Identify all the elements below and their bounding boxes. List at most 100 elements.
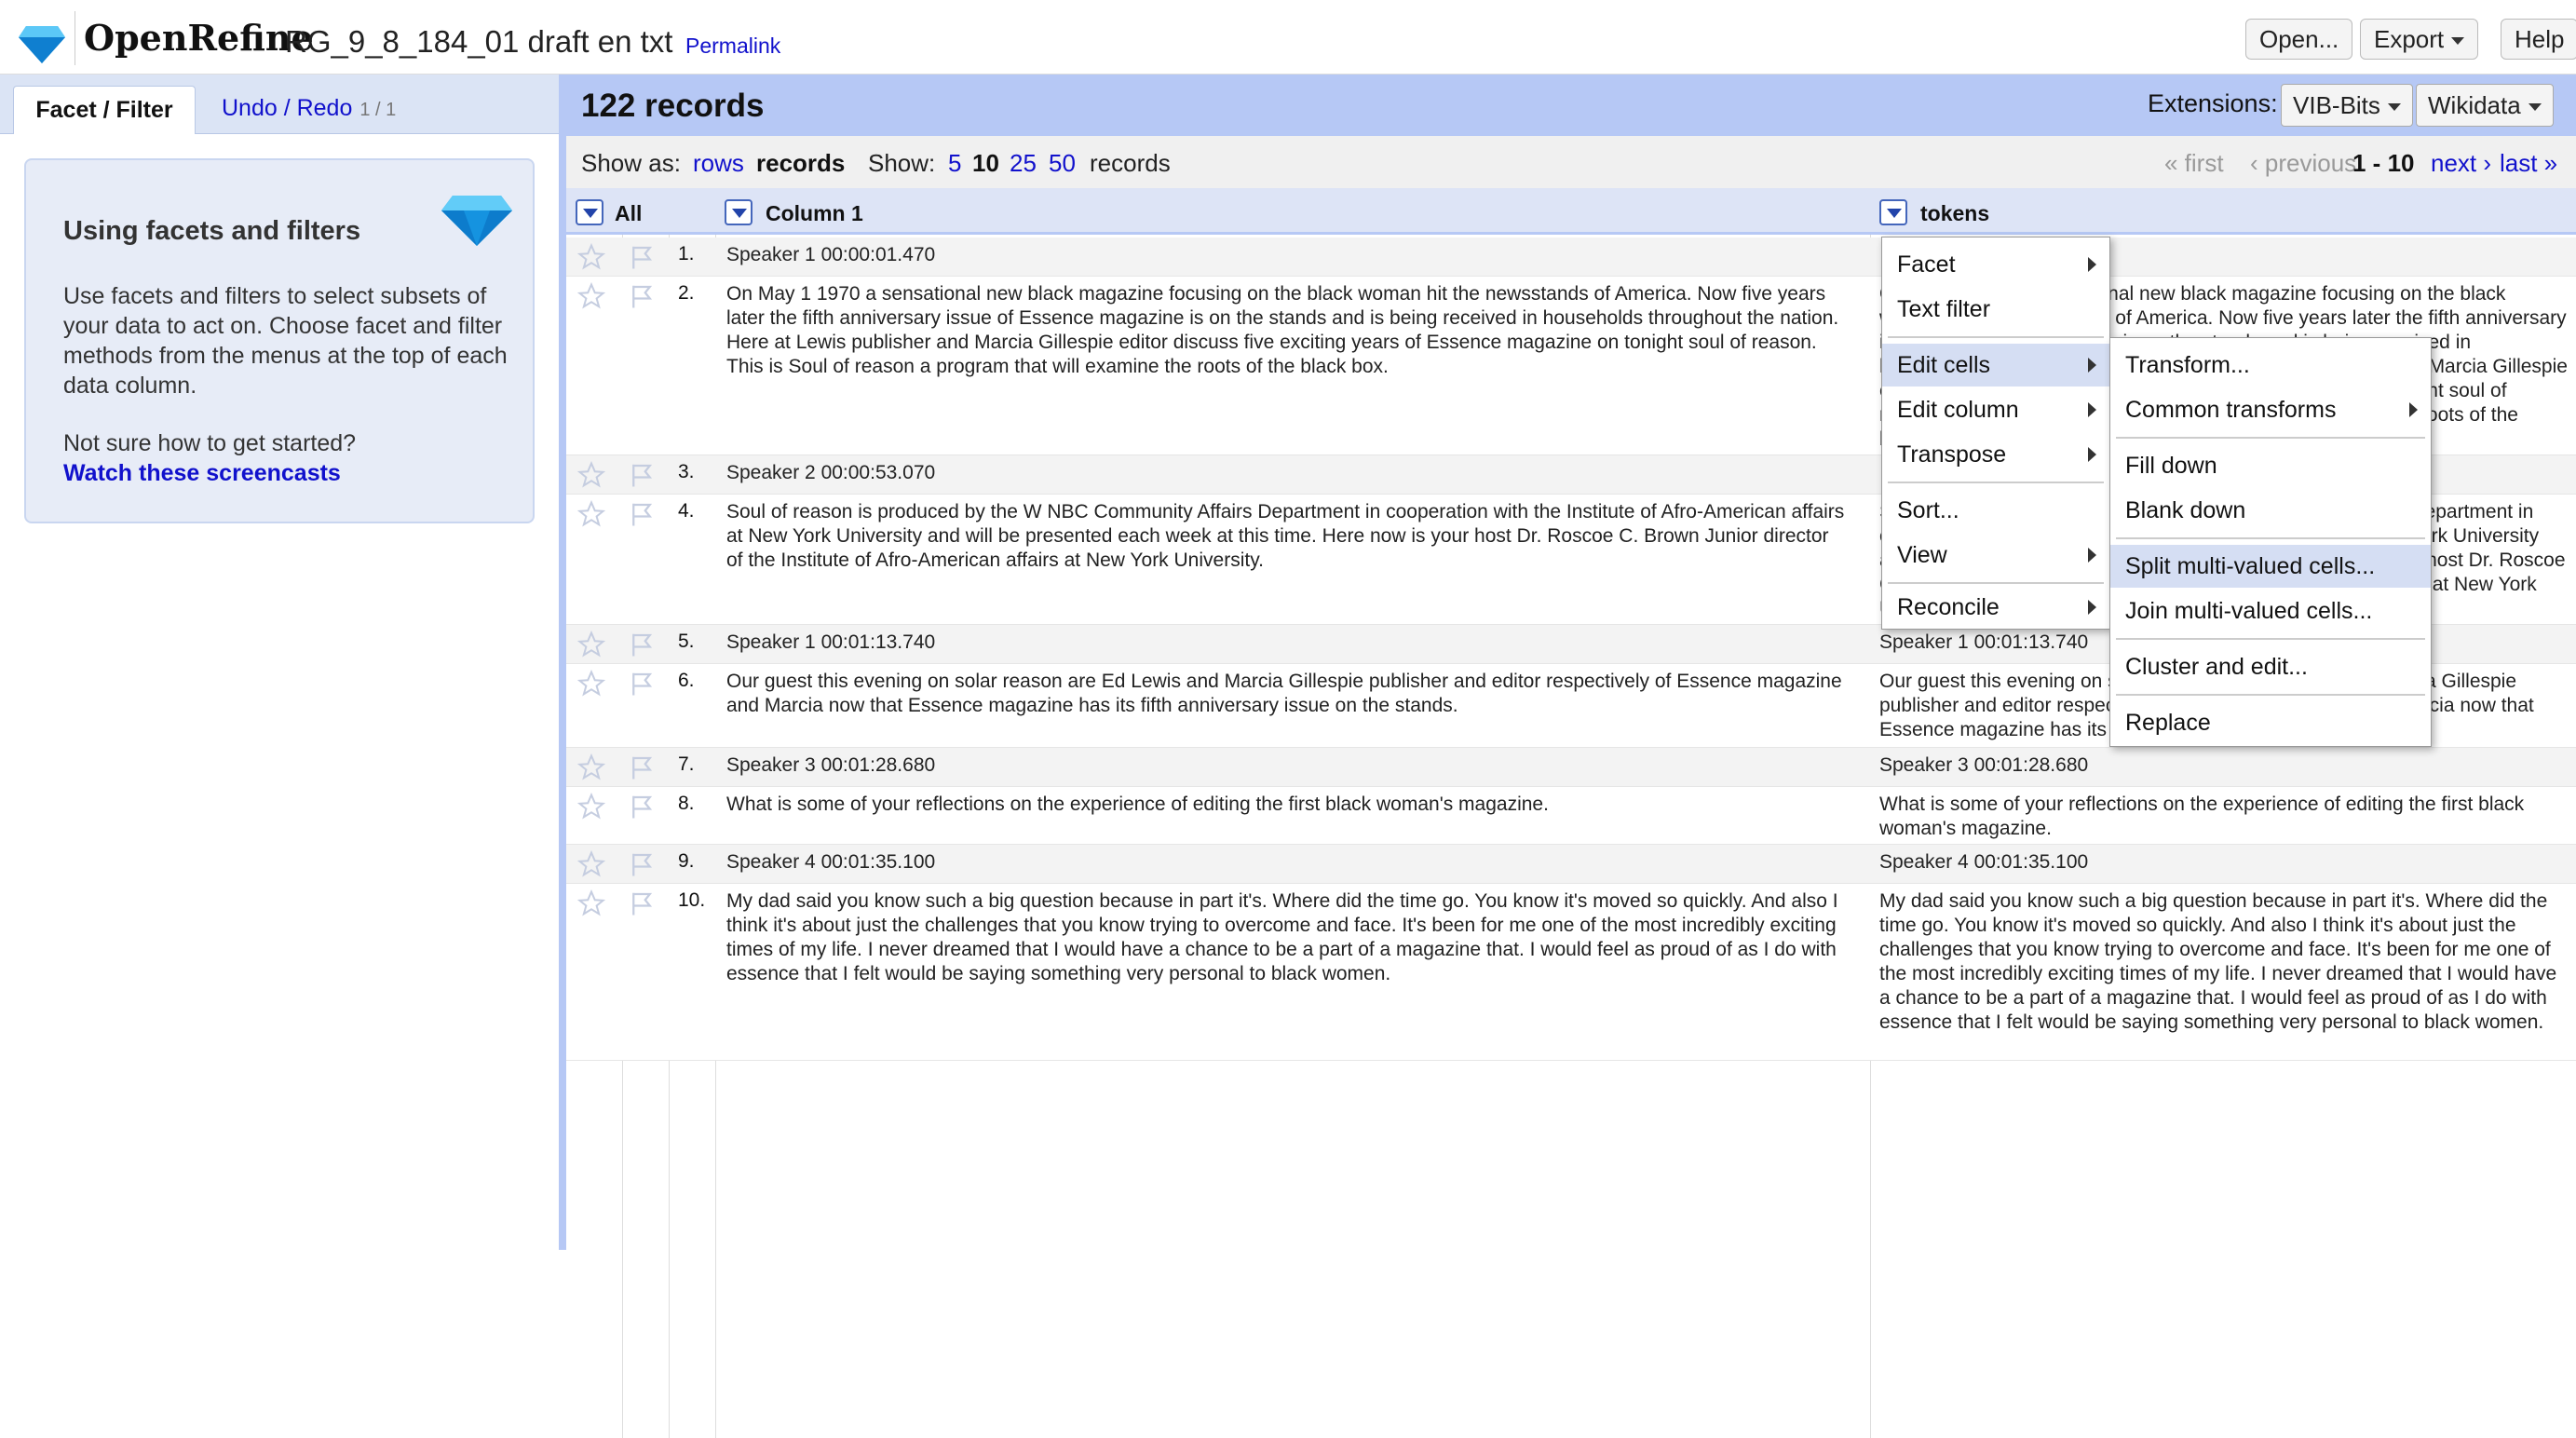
menu-separator: [2116, 694, 2425, 696]
left-tabs: Facet / Filter Undo / Redo 1 / 1: [0, 75, 559, 134]
star-icon[interactable]: [577, 500, 605, 528]
page-size-50[interactable]: 50: [1049, 149, 1076, 178]
star-icon[interactable]: [577, 631, 605, 658]
all-column-menu-button[interactable]: [576, 199, 603, 225]
previous-page-link: ‹ previous: [2250, 149, 2357, 177]
column1-cell[interactable]: Speaker 1 00:00:01.470: [726, 243, 1848, 267]
row-number: 7.: [678, 753, 695, 775]
flag-icon[interactable]: [628, 500, 656, 528]
panel-splitter[interactable]: [559, 75, 566, 1250]
export-button[interactable]: Export: [2360, 19, 2479, 60]
menu-separator: [2116, 537, 2425, 539]
chevron-down-icon: [2528, 103, 2542, 112]
flag-icon[interactable]: [628, 670, 656, 698]
menu-item-split-multi-valued[interactable]: Split multi-valued cells...: [2110, 545, 2431, 588]
menu-item-fill-down[interactable]: Fill down: [2110, 444, 2431, 487]
last-page-link[interactable]: last »: [2500, 149, 2557, 178]
menu-item-edit-cells[interactable]: Edit cells: [1882, 344, 2109, 387]
record-count: 122 records: [581, 88, 765, 124]
flag-icon[interactable]: [628, 889, 656, 917]
menu-item-blank-down[interactable]: Blank down: [2110, 489, 2431, 532]
tokens-column-title: tokens: [1920, 201, 1990, 225]
tab-facet-filter[interactable]: Facet / Filter: [13, 86, 196, 134]
menu-item-cluster-edit[interactable]: Cluster and edit...: [2110, 645, 2431, 688]
star-icon[interactable]: [577, 670, 605, 698]
tokens-column-menu-button[interactable]: [1879, 199, 1907, 225]
open-button[interactable]: Open...: [2245, 19, 2353, 60]
menu-item-facet[interactable]: Facet: [1882, 243, 2109, 286]
first-page-link: « first: [2164, 149, 2224, 177]
star-icon[interactable]: [577, 850, 605, 878]
wikidata-button[interactable]: Wikidata: [2416, 84, 2554, 127]
star-icon[interactable]: [577, 753, 605, 781]
menu-item-view-label: View: [1897, 542, 1947, 568]
row-number: 2.: [678, 282, 695, 304]
menu-item-replace[interactable]: Replace: [2110, 701, 2431, 744]
menu-item-edit-column[interactable]: Edit column: [1882, 388, 2109, 431]
openrefine-logo-icon[interactable]: [19, 24, 65, 63]
next-page-link[interactable]: next ›: [2431, 149, 2491, 178]
column1-cell[interactable]: Speaker 2 00:00:53.070: [726, 461, 1848, 485]
menu-item-transpose[interactable]: Transpose: [1882, 433, 2109, 476]
row-number: 1.: [678, 243, 695, 265]
column1-cell[interactable]: What is some of your reflections on the …: [726, 793, 1848, 817]
star-icon[interactable]: [577, 793, 605, 821]
menu-item-sort[interactable]: Sort...: [1882, 489, 2109, 532]
star-icon[interactable]: [577, 282, 605, 310]
chevron-right-icon: [2088, 358, 2096, 373]
flag-icon[interactable]: [628, 461, 656, 489]
view-bar: Show as: rows records Show: 5 10 25 50 r…: [566, 136, 2576, 188]
view-records-current: records: [756, 149, 846, 177]
row-number: 9.: [678, 850, 695, 872]
column1-cell[interactable]: On May 1 1970 a sensational new black ma…: [726, 282, 1848, 379]
vib-bits-label: VIB-Bits: [2293, 91, 2380, 119]
column1-cell[interactable]: Our guest this evening on solar reason a…: [726, 670, 1848, 718]
flag-icon[interactable]: [628, 753, 656, 781]
flag-icon[interactable]: [628, 243, 656, 271]
flag-icon[interactable]: [628, 850, 656, 878]
tokens-cell[interactable]: What is some of your reflections on the …: [1879, 793, 2569, 841]
permalink-link[interactable]: Permalink: [685, 34, 780, 59]
chevron-right-icon: [2409, 402, 2418, 417]
chevron-down-icon: [2387, 103, 2401, 112]
star-icon[interactable]: [577, 243, 605, 271]
tab-undo-redo[interactable]: Undo / Redo 1 / 1: [222, 95, 396, 122]
menu-separator: [2116, 437, 2425, 439]
project-name[interactable]: RG_9_8_184_01 draft en txt: [285, 24, 672, 60]
app-name[interactable]: OpenRefine: [84, 17, 314, 59]
flag-icon[interactable]: [628, 793, 656, 821]
page-size-25[interactable]: 25: [1010, 149, 1037, 178]
menu-item-join-multi-valued[interactable]: Join multi-valued cells...: [2110, 590, 2431, 632]
left-panel: Facet / Filter Undo / Redo 1 / 1 Using fa…: [0, 75, 559, 1250]
menu-item-transform[interactable]: Transform...: [2110, 344, 2431, 387]
column1-cell[interactable]: Speaker 4 00:01:35.100: [726, 850, 1848, 875]
tokens-cell[interactable]: Speaker 3 00:01:28.680: [1879, 753, 2569, 778]
menu-item-transform-label: Transform...: [2125, 352, 2250, 378]
chevron-right-icon: [2088, 257, 2096, 272]
tokens-cell[interactable]: Speaker 4 00:01:35.100: [1879, 850, 2569, 875]
menu-item-view[interactable]: View: [1882, 534, 2109, 577]
tokens-cell[interactable]: My dad said you know such a big question…: [1879, 889, 2569, 1035]
menu-item-reconcile[interactable]: Reconcile: [1882, 586, 2109, 629]
wikidata-label: Wikidata: [2428, 91, 2521, 119]
diamond-icon: [441, 196, 512, 246]
help-button[interactable]: Help: [2501, 19, 2576, 60]
menu-item-common-transforms[interactable]: Common transforms: [2110, 388, 2431, 431]
column1-cell[interactable]: Soul of reason is produced by the W NBC …: [726, 500, 1848, 573]
menu-item-text-filter[interactable]: Text filter: [1882, 288, 2109, 331]
column1-cell[interactable]: Speaker 1 00:01:13.740: [726, 631, 1848, 655]
menu-item-reconcile-label: Reconcile: [1897, 594, 2000, 620]
column1-cell[interactable]: My dad said you know such a big question…: [726, 889, 1848, 986]
star-icon[interactable]: [577, 889, 605, 917]
flag-icon[interactable]: [628, 631, 656, 658]
help-title: Using facets and filters: [63, 216, 361, 246]
view-rows-link[interactable]: rows: [693, 149, 744, 178]
column1-menu-button[interactable]: [725, 199, 752, 225]
star-icon[interactable]: [577, 461, 605, 489]
vib-bits-button[interactable]: VIB-Bits: [2281, 84, 2413, 127]
table-row: 9. Speaker 4 00:01:35.100 Speaker 4 00:01:…: [566, 845, 2576, 884]
page-size-5[interactable]: 5: [948, 149, 961, 178]
column1-cell[interactable]: Speaker 3 00:01:28.680: [726, 753, 1848, 778]
screencasts-link[interactable]: Watch these screencasts: [63, 460, 341, 487]
flag-icon[interactable]: [628, 282, 656, 310]
